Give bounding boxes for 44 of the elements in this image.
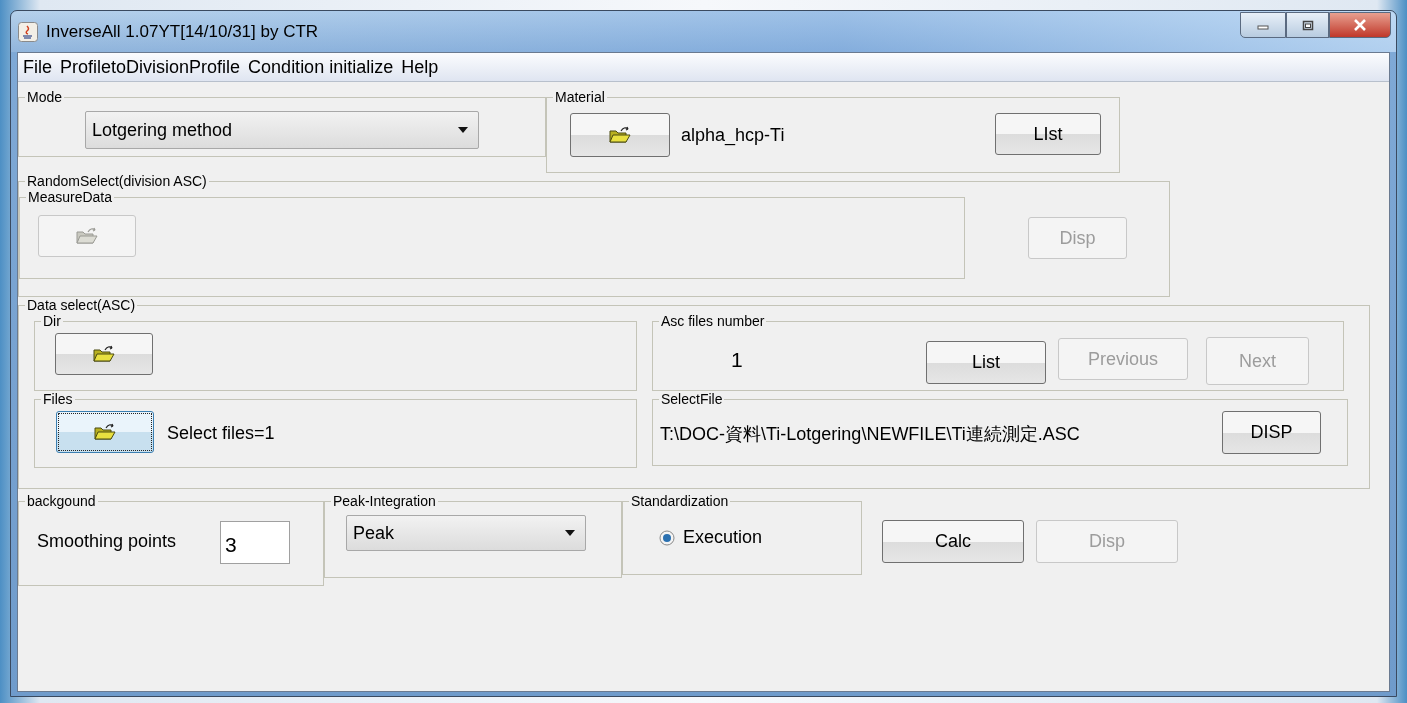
folder-button[interactable] — [56, 411, 154, 453]
close-icon — [1353, 19, 1367, 31]
radio-option[interactable]: Execution — [659, 527, 763, 548]
group-label: Material — [554, 89, 606, 105]
selected-files-count: Select files=1 — [167, 422, 275, 444]
group-label: backgound — [26, 493, 97, 509]
group-label: Standardization — [630, 493, 730, 509]
group-label: Files — [42, 391, 74, 407]
group-label: Data select(ASC) — [26, 297, 137, 313]
folder-icon — [93, 345, 115, 363]
menu-item[interactable]: Help — [401, 56, 439, 78]
menu-item[interactable]: File — [23, 56, 52, 78]
field-label: Smoothing points — [37, 531, 177, 552]
dropdown-arrow-icon — [565, 530, 575, 536]
folder-icon — [76, 227, 98, 245]
peak-dropdown[interactable]: Peak — [346, 515, 586, 551]
folder-icon — [94, 423, 116, 441]
maximize-icon — [1301, 19, 1314, 31]
nav-button[interactable]: List — [926, 340, 1046, 384]
dropdown-arrow-icon — [458, 127, 468, 133]
group-label: MeasureData — [27, 189, 114, 205]
disp-button[interactable]: DISP — [1222, 411, 1321, 454]
group-label: Asc files number — [660, 313, 766, 329]
menu-item[interactable]: Condition initialize — [248, 56, 394, 78]
group-label: RandomSelect(division ASC) — [26, 173, 208, 189]
mode-dropdown[interactable]: Lotgering method — [85, 111, 479, 149]
list-button[interactable]: LIst — [995, 113, 1101, 155]
input-field[interactable]: 3 — [220, 521, 291, 564]
group-label: Dir — [42, 313, 62, 329]
material-name: alpha_hcp-Ti — [681, 124, 785, 146]
group-label: Peak-Integration — [332, 493, 437, 509]
menu-item[interactable]: ProfiletoDivisionProfile — [60, 56, 241, 78]
file-number: 1 — [731, 348, 744, 372]
group-label: Mode — [26, 89, 64, 105]
file-path: T:\DOC-資料\Ti-Lotgering\NEWFILE\Ti連続測定.ASC — [660, 422, 1080, 446]
coffee-cup-icon — [18, 21, 38, 42]
radio-button[interactable] — [659, 529, 675, 546]
folder-icon — [609, 126, 631, 144]
window-title: InverseAll 1.07YT[14/10/31] by CTR — [46, 21, 319, 42]
close-button[interactable] — [1329, 12, 1391, 38]
group-label: SelectFile — [660, 391, 724, 407]
action-button[interactable]: Calc — [882, 520, 1024, 563]
maximize-button[interactable] — [1286, 12, 1329, 38]
minimize-button[interactable] — [1240, 12, 1286, 38]
